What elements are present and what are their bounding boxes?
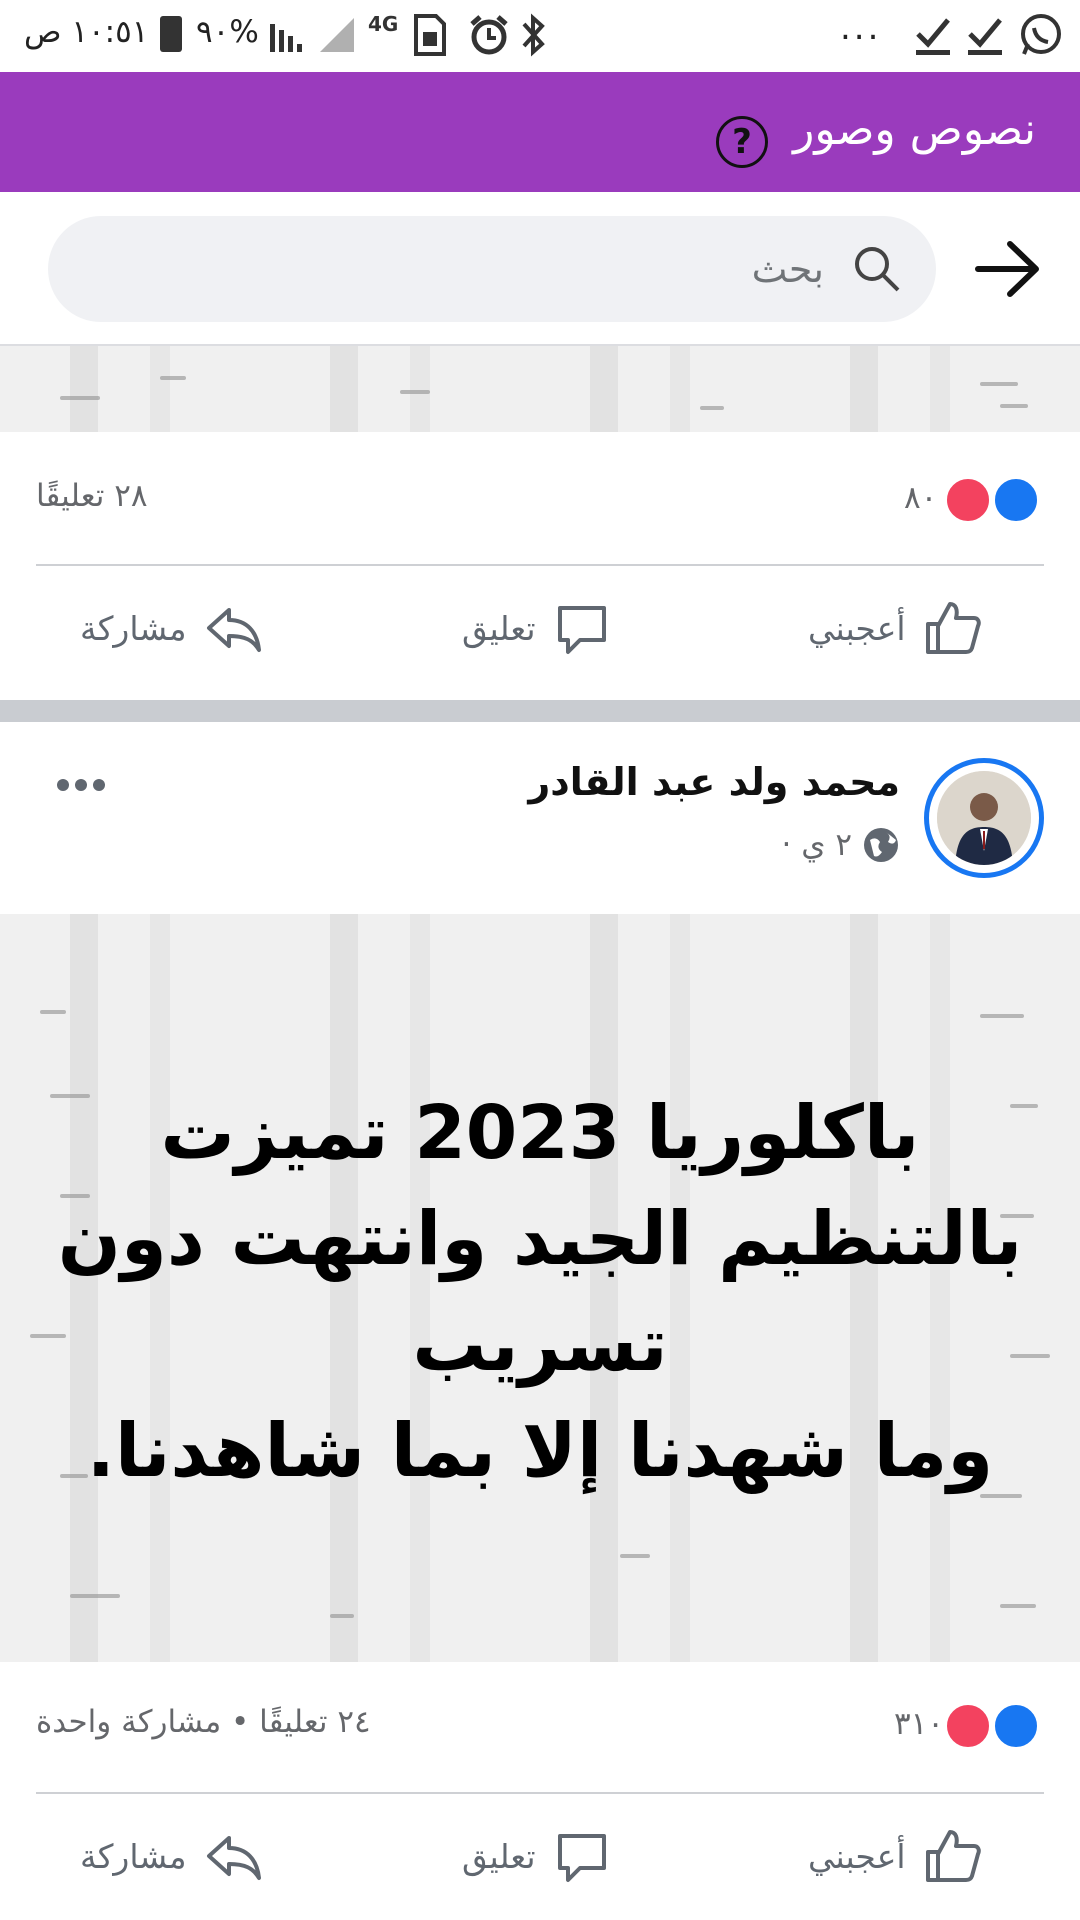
app-header: نصوص وصور (0, 72, 1080, 192)
like-label: أعجبني (808, 1836, 906, 1876)
share-icon (206, 608, 261, 652)
post-1-image[interactable] (0, 346, 1080, 432)
profile-photo (937, 771, 1031, 865)
globe-icon (864, 828, 898, 862)
share-button[interactable]: مشاركة (80, 1824, 265, 1888)
bluetooth-icon (522, 13, 545, 57)
divider (36, 564, 1044, 566)
like-reaction-icon (992, 1702, 1040, 1750)
comment-label: تعليق (462, 608, 536, 648)
thumbs-up-icon (925, 602, 981, 654)
share-label: مشاركة (80, 1836, 187, 1876)
search-icon (855, 247, 900, 292)
battery-level: ٩٠% (196, 14, 259, 50)
love-reaction-icon (944, 476, 992, 524)
avatar[interactable] (924, 758, 1044, 878)
page-title: نصوص وصور (793, 104, 1036, 155)
post-text-line: بالتنظيم الجيد وانتهت دون (57, 1196, 1023, 1282)
post-meta: ٢ ي · (782, 826, 900, 864)
post-time: ٢ ي · (781, 827, 852, 863)
feed-separator (0, 700, 1080, 722)
like-label: أعجبني (808, 608, 906, 648)
whatsapp-icon (1021, 14, 1061, 55)
search-input[interactable] (222, 238, 826, 300)
sim-icon (414, 14, 446, 56)
help-button[interactable]: ? (716, 116, 768, 168)
search-bar (0, 192, 1080, 346)
thumbs-up-icon (925, 1830, 981, 1882)
love-reaction-icon (944, 1702, 992, 1750)
like-reaction-icon (992, 476, 1040, 524)
like-button[interactable]: أعجبني (808, 596, 984, 660)
post-text-line: تسريب (412, 1302, 668, 1388)
comment-icon (557, 1834, 606, 1882)
post-1-footer: ٢٨ تعليقًا ٨٠ مشاركة تعليق أعجبني (0, 432, 1080, 700)
like-button[interactable]: أعجبني (808, 1824, 984, 1888)
comment-label: تعليق (462, 1836, 536, 1876)
arrow-right-icon[interactable] (974, 238, 1042, 300)
post-options-button[interactable] (54, 776, 108, 796)
reactions-count: ٣١٠ (894, 1706, 944, 1742)
comment-icon (557, 606, 606, 654)
signal-2-icon (320, 18, 354, 52)
post-text: باكلوريا 2023 تميزت بالتنظيم الجيد وانته… (40, 1080, 1040, 1504)
reaction-summary[interactable]: ٣١٠ (890, 1698, 1050, 1754)
share-button[interactable]: مشاركة (80, 596, 265, 660)
question-circle-icon: ? (732, 122, 752, 162)
post-2-footer: ٢٤ تعليقًا • مشاركة واحدة ٣١٠ مشاركة تعل… (0, 1662, 1080, 1920)
post-2-header (0, 722, 1080, 914)
divider (36, 1792, 1044, 1794)
alarm-icon (470, 15, 508, 55)
comment-button[interactable]: تعليق (462, 1824, 614, 1888)
status-bar: ١٠:٥١ ص ٩٠% 4G ... (0, 0, 1080, 72)
reactions-count: ٨٠ (904, 480, 938, 516)
done-2-icon (968, 18, 1002, 55)
more-notifications-icon: ... (840, 8, 882, 48)
share-icon (206, 1836, 261, 1880)
network-type: 4G (368, 12, 399, 36)
comments-shares-count[interactable]: ٢٤ تعليقًا • مشاركة واحدة (36, 1704, 371, 1740)
share-label: مشاركة (80, 608, 187, 648)
author-name[interactable]: محمد ولد عبد القادر (528, 760, 900, 804)
done-icon (916, 18, 950, 55)
post-text-line: باكلوريا 2023 تميزت (160, 1090, 920, 1176)
comment-button[interactable]: تعليق (462, 596, 614, 660)
search-box[interactable] (48, 216, 936, 322)
battery-icon (160, 16, 182, 52)
comments-count[interactable]: ٢٨ تعليقًا (36, 478, 148, 514)
status-time: ١٠:٥١ ص (24, 14, 149, 50)
post-text-line: وما شهدنا إلا بما شاهدنا. (86, 1408, 994, 1494)
reaction-summary[interactable]: ٨٠ (900, 472, 1050, 528)
signal-icon (270, 24, 302, 52)
